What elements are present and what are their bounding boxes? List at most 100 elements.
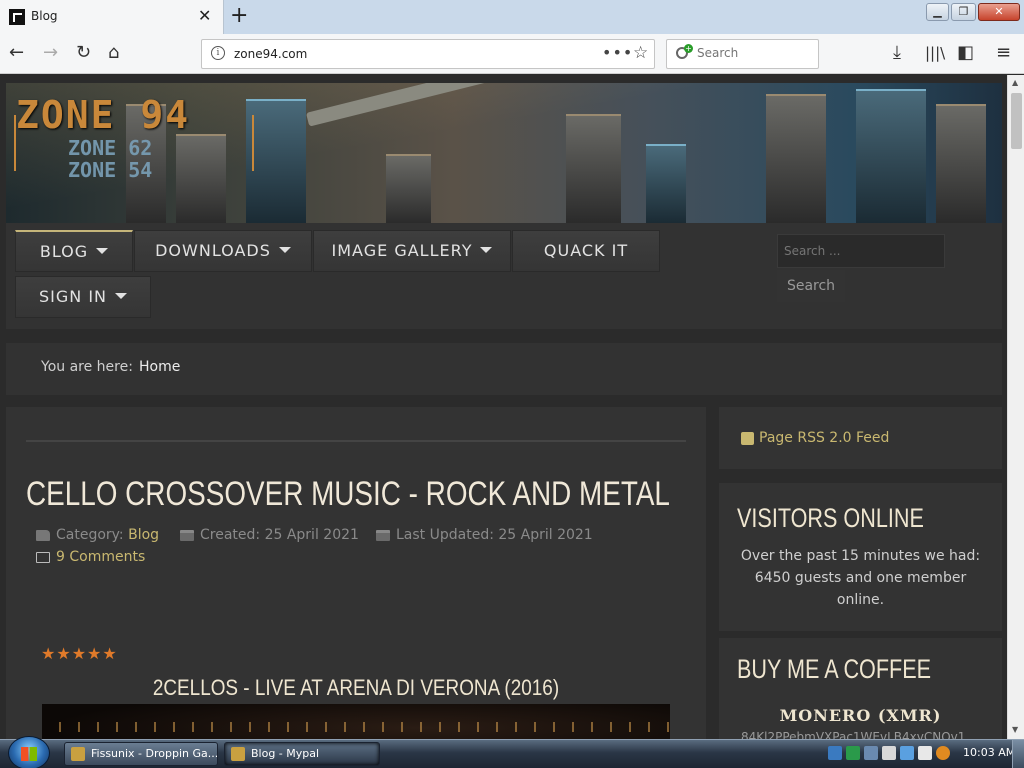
- chevron-down-icon: [115, 292, 127, 299]
- browser-toolbar: ← → ↻ ⌂ i zone94.com ••• ☆ + ⤓ |||\ ◧ ≡: [0, 34, 1024, 74]
- browser-search-input[interactable]: [697, 46, 807, 60]
- created-date: Created: 25 April 2021: [200, 527, 359, 543]
- site-search-button[interactable]: Search: [777, 270, 845, 302]
- tray-shield-icon[interactable]: [846, 746, 860, 760]
- tray-flag-icon[interactable]: [918, 746, 932, 760]
- show-desktop-button[interactable]: [1012, 740, 1024, 768]
- rss-feed-link[interactable]: Page RSS 2.0 Feed: [759, 430, 889, 446]
- breadcrumb-label: You are here:: [41, 359, 133, 375]
- star-rating[interactable]: ★★★★★: [41, 644, 118, 663]
- menu-item-quack-it[interactable]: QUACK IT: [512, 230, 660, 272]
- coffee-wallet-address[interactable]: 84Kl2PPebmVXPac1WEvLB4xvCNQv1: [741, 730, 965, 739]
- app-icon: [71, 747, 85, 761]
- scroll-down-arrow-icon[interactable]: ▼: [1012, 725, 1018, 734]
- article-category: Category: Blog: [36, 527, 159, 543]
- tray-network-icon[interactable]: [864, 746, 878, 760]
- bookmark-star-icon[interactable]: ☆: [633, 43, 648, 63]
- blog-article: CELLO CROSSOVER MUSIC - ROCK AND METAL C…: [6, 407, 706, 739]
- comment-icon: [36, 551, 50, 563]
- home-icon[interactable]: ⌂: [108, 42, 119, 63]
- os-taskbar: Fissunix - Droppin Ga... Blog - Mypal 10…: [0, 736, 1024, 768]
- rss-icon: [741, 432, 754, 445]
- scrollbar-thumb[interactable]: [1011, 93, 1022, 149]
- embedded-video[interactable]: [42, 704, 670, 739]
- sidebar-toggle-icon[interactable]: ◧: [957, 42, 974, 63]
- buy-me-coffee-box: BUY ME A COFFEE MONERO (XMR) 84Kl2PPebmV…: [719, 638, 1002, 739]
- browser-search-box[interactable]: +: [666, 39, 819, 69]
- taskbar-item-label: Fissunix - Droppin Ga...: [91, 747, 218, 760]
- page-actions-icon[interactable]: •••: [602, 43, 633, 62]
- breadcrumb-home[interactable]: Home: [139, 359, 180, 375]
- add-search-engine-icon: +: [684, 44, 693, 53]
- tray-keyboard-icon[interactable]: [828, 746, 842, 760]
- calendar-icon: [180, 529, 194, 541]
- banner-building: [766, 94, 826, 224]
- folder-icon: [36, 529, 50, 541]
- library-icon[interactable]: |||\: [925, 44, 945, 62]
- minimize-window-button[interactable]: ▁: [926, 3, 949, 21]
- browser-tab-blog[interactable]: Blog ✕: [0, 0, 224, 34]
- back-arrow-icon[interactable]: ←: [9, 42, 24, 63]
- tray-app-icon[interactable]: [900, 746, 914, 760]
- article-comments[interactable]: 9 Comments: [36, 549, 145, 565]
- logo-sub-line-2: ZONE 54: [68, 158, 153, 182]
- menu-item-sign-in[interactable]: SIGN IN: [15, 276, 151, 318]
- breadcrumb: You are here: Home: [6, 343, 1002, 395]
- divider: [26, 440, 686, 442]
- article-title[interactable]: CELLO CROSSOVER MUSIC - ROCK AND METAL: [26, 475, 670, 514]
- visitors-text: Over the past 15 minutes we had: 6450 gu…: [740, 548, 981, 608]
- rss-feed-box: Page RSS 2.0 Feed: [719, 407, 1002, 469]
- vertical-scrollbar[interactable]: ▲ ▼: [1007, 75, 1024, 739]
- video-city-lights: [42, 722, 670, 732]
- taskbar-item-fissunix[interactable]: Fissunix - Droppin Ga...: [64, 742, 218, 766]
- hamburger-menu-icon[interactable]: ≡: [996, 42, 1011, 63]
- coffee-currency: MONERO (XMR): [779, 706, 942, 725]
- site-info-icon[interactable]: i: [211, 46, 225, 60]
- category-link[interactable]: Blog: [128, 527, 159, 543]
- site-search-input[interactable]: [777, 234, 945, 268]
- site-logo[interactable]: ZONE 94 ZONE 62 ZONE 54: [14, 93, 254, 181]
- taskbar-item-blog-mypal[interactable]: Blog - Mypal: [224, 742, 380, 766]
- coffee-title: BUY ME A COFFEE: [737, 654, 932, 684]
- comments-link[interactable]: 9 Comments: [56, 549, 145, 565]
- downloads-icon[interactable]: ⤓: [893, 42, 901, 63]
- menu-item-label: IMAGE GALLERY: [331, 241, 473, 260]
- start-button[interactable]: [8, 736, 50, 768]
- chevron-down-icon: [278, 246, 291, 253]
- scroll-up-arrow-icon[interactable]: ▲: [1012, 78, 1018, 87]
- article-created: Created: 25 April 2021: [180, 527, 359, 543]
- menu-item-downloads[interactable]: DOWNLOADS: [134, 230, 312, 272]
- forward-arrow-icon[interactable]: →: [43, 42, 58, 63]
- page-viewport: ZONE 94 ZONE 62 ZONE 54 BLOG DOWNLOADS I…: [0, 75, 1007, 739]
- site-favicon-icon: [9, 9, 25, 25]
- category-label: Category:: [56, 527, 124, 543]
- menu-item-image-gallery[interactable]: IMAGE GALLERY: [313, 230, 511, 272]
- logo-sub-line-1: ZONE 62: [68, 136, 153, 160]
- tray-volume-icon[interactable]: [882, 746, 896, 760]
- close-window-button[interactable]: ✕: [978, 3, 1020, 21]
- new-tab-icon[interactable]: +: [230, 3, 248, 28]
- taskbar-item-label: Blog - Mypal: [251, 747, 320, 760]
- tab-title: Blog: [31, 9, 58, 23]
- site-header-banner: ZONE 94 ZONE 62 ZONE 54: [6, 83, 1002, 224]
- video-heading: 2CELLOS - LIVE AT ARENA DI VERONA (2016): [152, 675, 560, 700]
- menu-item-blog[interactable]: BLOG: [15, 230, 133, 272]
- banner-building: [936, 104, 986, 224]
- banner-building: [646, 144, 686, 224]
- banner-building: [246, 99, 306, 224]
- address-bar[interactable]: i zone94.com ••• ☆: [201, 39, 655, 69]
- taskbar-clock[interactable]: 10:03 AM: [963, 746, 1015, 759]
- maximize-window-button[interactable]: ❐: [951, 3, 976, 21]
- mypal-browser-icon: [231, 747, 245, 761]
- tray-search-icon[interactable]: [936, 746, 950, 760]
- calendar-icon: [376, 529, 390, 541]
- menu-item-label: SIGN IN: [38, 287, 107, 306]
- reload-icon[interactable]: ↻: [76, 42, 91, 63]
- menu-item-label: DOWNLOADS: [155, 241, 271, 260]
- visitors-online-box: VISITORS ONLINE Over the past 15 minutes…: [719, 483, 1002, 631]
- menu-item-label: BLOG: [39, 242, 89, 261]
- url-text[interactable]: zone94.com: [234, 47, 307, 61]
- browser-tab-bar: Blog ✕ + ▁ ❐ ✕: [0, 0, 1024, 34]
- windows-logo-icon: [21, 747, 37, 761]
- close-tab-icon[interactable]: ✕: [198, 6, 211, 25]
